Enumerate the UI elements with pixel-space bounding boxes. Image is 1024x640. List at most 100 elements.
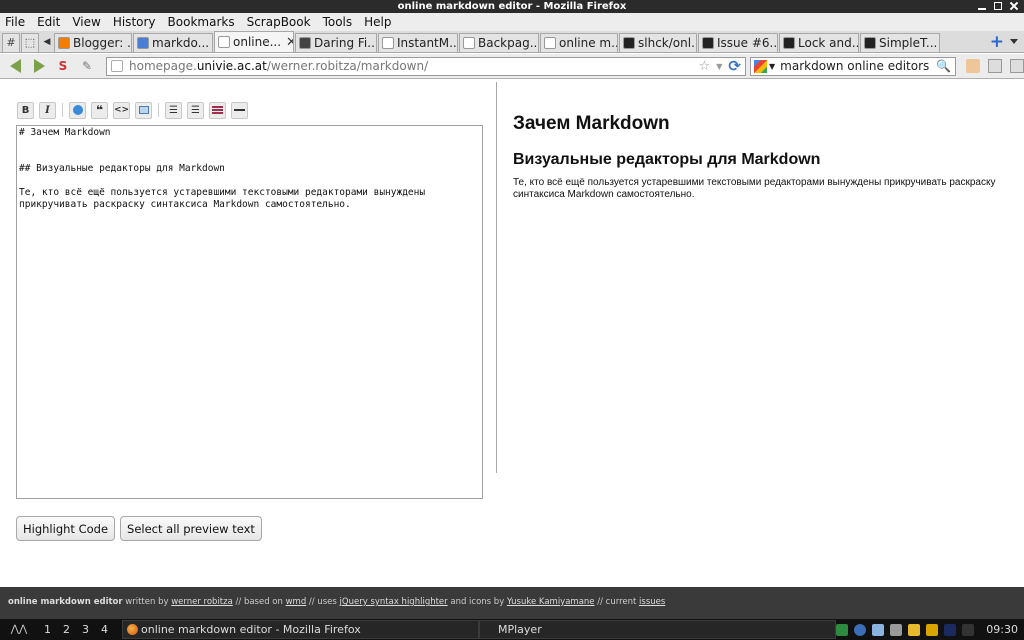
link-button[interactable] (69, 101, 86, 119)
browser-tab[interactable]: online... ✕ (214, 31, 294, 52)
menu-history[interactable]: History (113, 15, 156, 29)
bold-button[interactable]: B (17, 101, 34, 119)
forward-button[interactable] (28, 56, 50, 76)
browser-tab[interactable]: online m... (540, 33, 618, 52)
menu-help[interactable]: Help (364, 15, 391, 29)
blockquote-button[interactable]: ❝ (91, 101, 108, 119)
bookmark-star-icon[interactable]: ☆ (699, 59, 711, 74)
browser-tab[interactable]: markdo... (133, 33, 213, 52)
desktop-2[interactable]: 2 (57, 623, 76, 636)
keyring-icon[interactable] (908, 623, 921, 636)
pane-divider[interactable] (496, 82, 497, 473)
engine-dropdown-icon[interactable]: ▼ (769, 62, 775, 71)
highlight-code-button[interactable]: Highlight Code (16, 516, 116, 541)
addon-grid-icon[interactable] (988, 59, 1002, 73)
page-icon (218, 36, 230, 48)
stylish-button[interactable]: ✎ (76, 56, 98, 76)
search-icon[interactable]: 🔍 (936, 59, 951, 73)
site-identity-icon[interactable] (111, 60, 123, 72)
browser-tab-label: InstantM... (397, 36, 458, 50)
browser-tab[interactable]: Lock and... (779, 33, 859, 52)
browser-tab-label: slhck/onl... (638, 36, 697, 50)
numbered-list-button[interactable]: ☰ (165, 101, 182, 119)
task-firefox[interactable]: online markdown editor - Mozilla Firefox (122, 620, 479, 639)
tab-scroll-left-icon[interactable]: ◀ (40, 33, 54, 52)
load-graph-icon (962, 623, 975, 636)
footer-text: // uses (306, 597, 340, 607)
minimize-icon[interactable] (978, 2, 986, 10)
reload-icon[interactable]: ⟳ (728, 57, 741, 75)
image-button[interactable] (135, 101, 152, 119)
battery-icon[interactable] (926, 623, 939, 636)
new-tab-icon[interactable]: + (990, 33, 1004, 51)
desktop-1[interactable]: 1 (38, 623, 57, 636)
menu-view[interactable]: View (72, 15, 100, 29)
menu-logo-icon[interactable]: ⋀⋀ (0, 619, 38, 640)
os-taskbar: ⋀⋀ 1 2 3 4 online markdown editor - Mozi… (0, 619, 1024, 640)
clipboard-icon[interactable] (890, 623, 903, 636)
url-bar[interactable]: homepage. univie.ac.at/werner.robitza/mar… (106, 56, 746, 76)
horizontal-rule-button[interactable] (231, 101, 248, 119)
app-tab-hash[interactable]: # (2, 33, 20, 52)
heading-icon (212, 105, 223, 115)
addon-window-icon[interactable] (1010, 59, 1024, 73)
page-icon (544, 37, 556, 49)
menu-bookmarks[interactable]: Bookmarks (168, 15, 235, 29)
volume-icon[interactable] (872, 623, 885, 636)
heading-button[interactable] (209, 101, 226, 119)
menu-scrapbook[interactable]: ScrapBook (247, 15, 311, 29)
menu-edit[interactable]: Edit (37, 15, 60, 29)
bulleted-list-button[interactable]: ☰ (187, 101, 204, 119)
browser-tab[interactable]: slhck/onl... (619, 33, 697, 52)
app-tab-blank[interactable]: ⬚ (21, 33, 39, 52)
network-icon[interactable] (854, 623, 867, 636)
footer-wmd-link[interactable]: wmd (286, 597, 307, 607)
google-engine-icon[interactable] (754, 59, 767, 73)
italic-button[interactable]: I (39, 101, 56, 119)
back-button[interactable] (4, 56, 26, 76)
close-window-icon[interactable] (1010, 2, 1018, 10)
task-mplayer[interactable]: MPlayer (479, 620, 836, 639)
tab-list-icon[interactable] (1010, 39, 1018, 44)
hr-icon (234, 109, 245, 111)
browser-tab[interactable]: InstantM... (378, 33, 458, 52)
url-prefix: homepage. (129, 59, 197, 73)
system-tray: 09:30 (836, 623, 1024, 636)
page-content: B I ❝ <> ☰ ☰ Highlight Code Select all p… (0, 80, 1024, 587)
github-icon (623, 37, 635, 49)
search-value: markdown online editors (780, 59, 930, 73)
simplenote-icon (864, 37, 876, 49)
browser-tab[interactable]: Backpag... (459, 33, 539, 52)
footer-issues-link[interactable]: issues (639, 597, 665, 607)
terminal-icon[interactable] (836, 623, 849, 636)
select-preview-button[interactable]: Select all preview text (120, 516, 262, 541)
browser-tab-label: Issue #6... (717, 36, 778, 50)
menu-tools[interactable]: Tools (323, 15, 353, 29)
task-mplayer-label: MPlayer (498, 623, 542, 636)
maximize-icon[interactable] (994, 2, 1002, 10)
footer-author-link[interactable]: werner robitza (171, 597, 233, 607)
markdown-input[interactable] (16, 125, 483, 499)
footer-icons-link[interactable]: Yusuke Kamiyamane (507, 597, 595, 607)
menu-file[interactable]: File (5, 15, 25, 29)
close-tab-icon[interactable]: ✕ (286, 35, 293, 50)
browser-tab[interactable]: Blogger: ... (54, 33, 132, 52)
window-controls (978, 0, 1018, 13)
tab-strip: # ⬚ ◀ Blogger: ... markdo... online... ✕ Dar… (0, 31, 1024, 53)
search-bar[interactable]: ▼ markdown online editors 🔍 (750, 56, 956, 76)
browser-tab[interactable]: Issue #6... (698, 33, 778, 52)
scrapbook-button[interactable]: S (52, 56, 74, 76)
desktop-3[interactable]: 3 (76, 623, 95, 636)
url-dropdown-icon[interactable]: ▼ (716, 62, 722, 71)
footer-jquery-link[interactable]: jQuery syntax highlighter (340, 597, 448, 607)
rss-icon[interactable] (966, 59, 980, 73)
editor-actions: Highlight Code Select all preview text (16, 516, 262, 541)
footer-text: // based on (232, 597, 286, 607)
toolbar-separator (62, 103, 63, 117)
code-button[interactable]: <> (113, 101, 130, 119)
desktop-4[interactable]: 4 (95, 623, 114, 636)
footer-text: // current (594, 597, 640, 607)
browser-tab[interactable]: SimpleT... (860, 33, 940, 52)
browser-tab[interactable]: Daring Fi... (295, 33, 377, 52)
editor-pane: B I ❝ <> ☰ ☰ Highlight Code Select all p… (0, 80, 497, 587)
